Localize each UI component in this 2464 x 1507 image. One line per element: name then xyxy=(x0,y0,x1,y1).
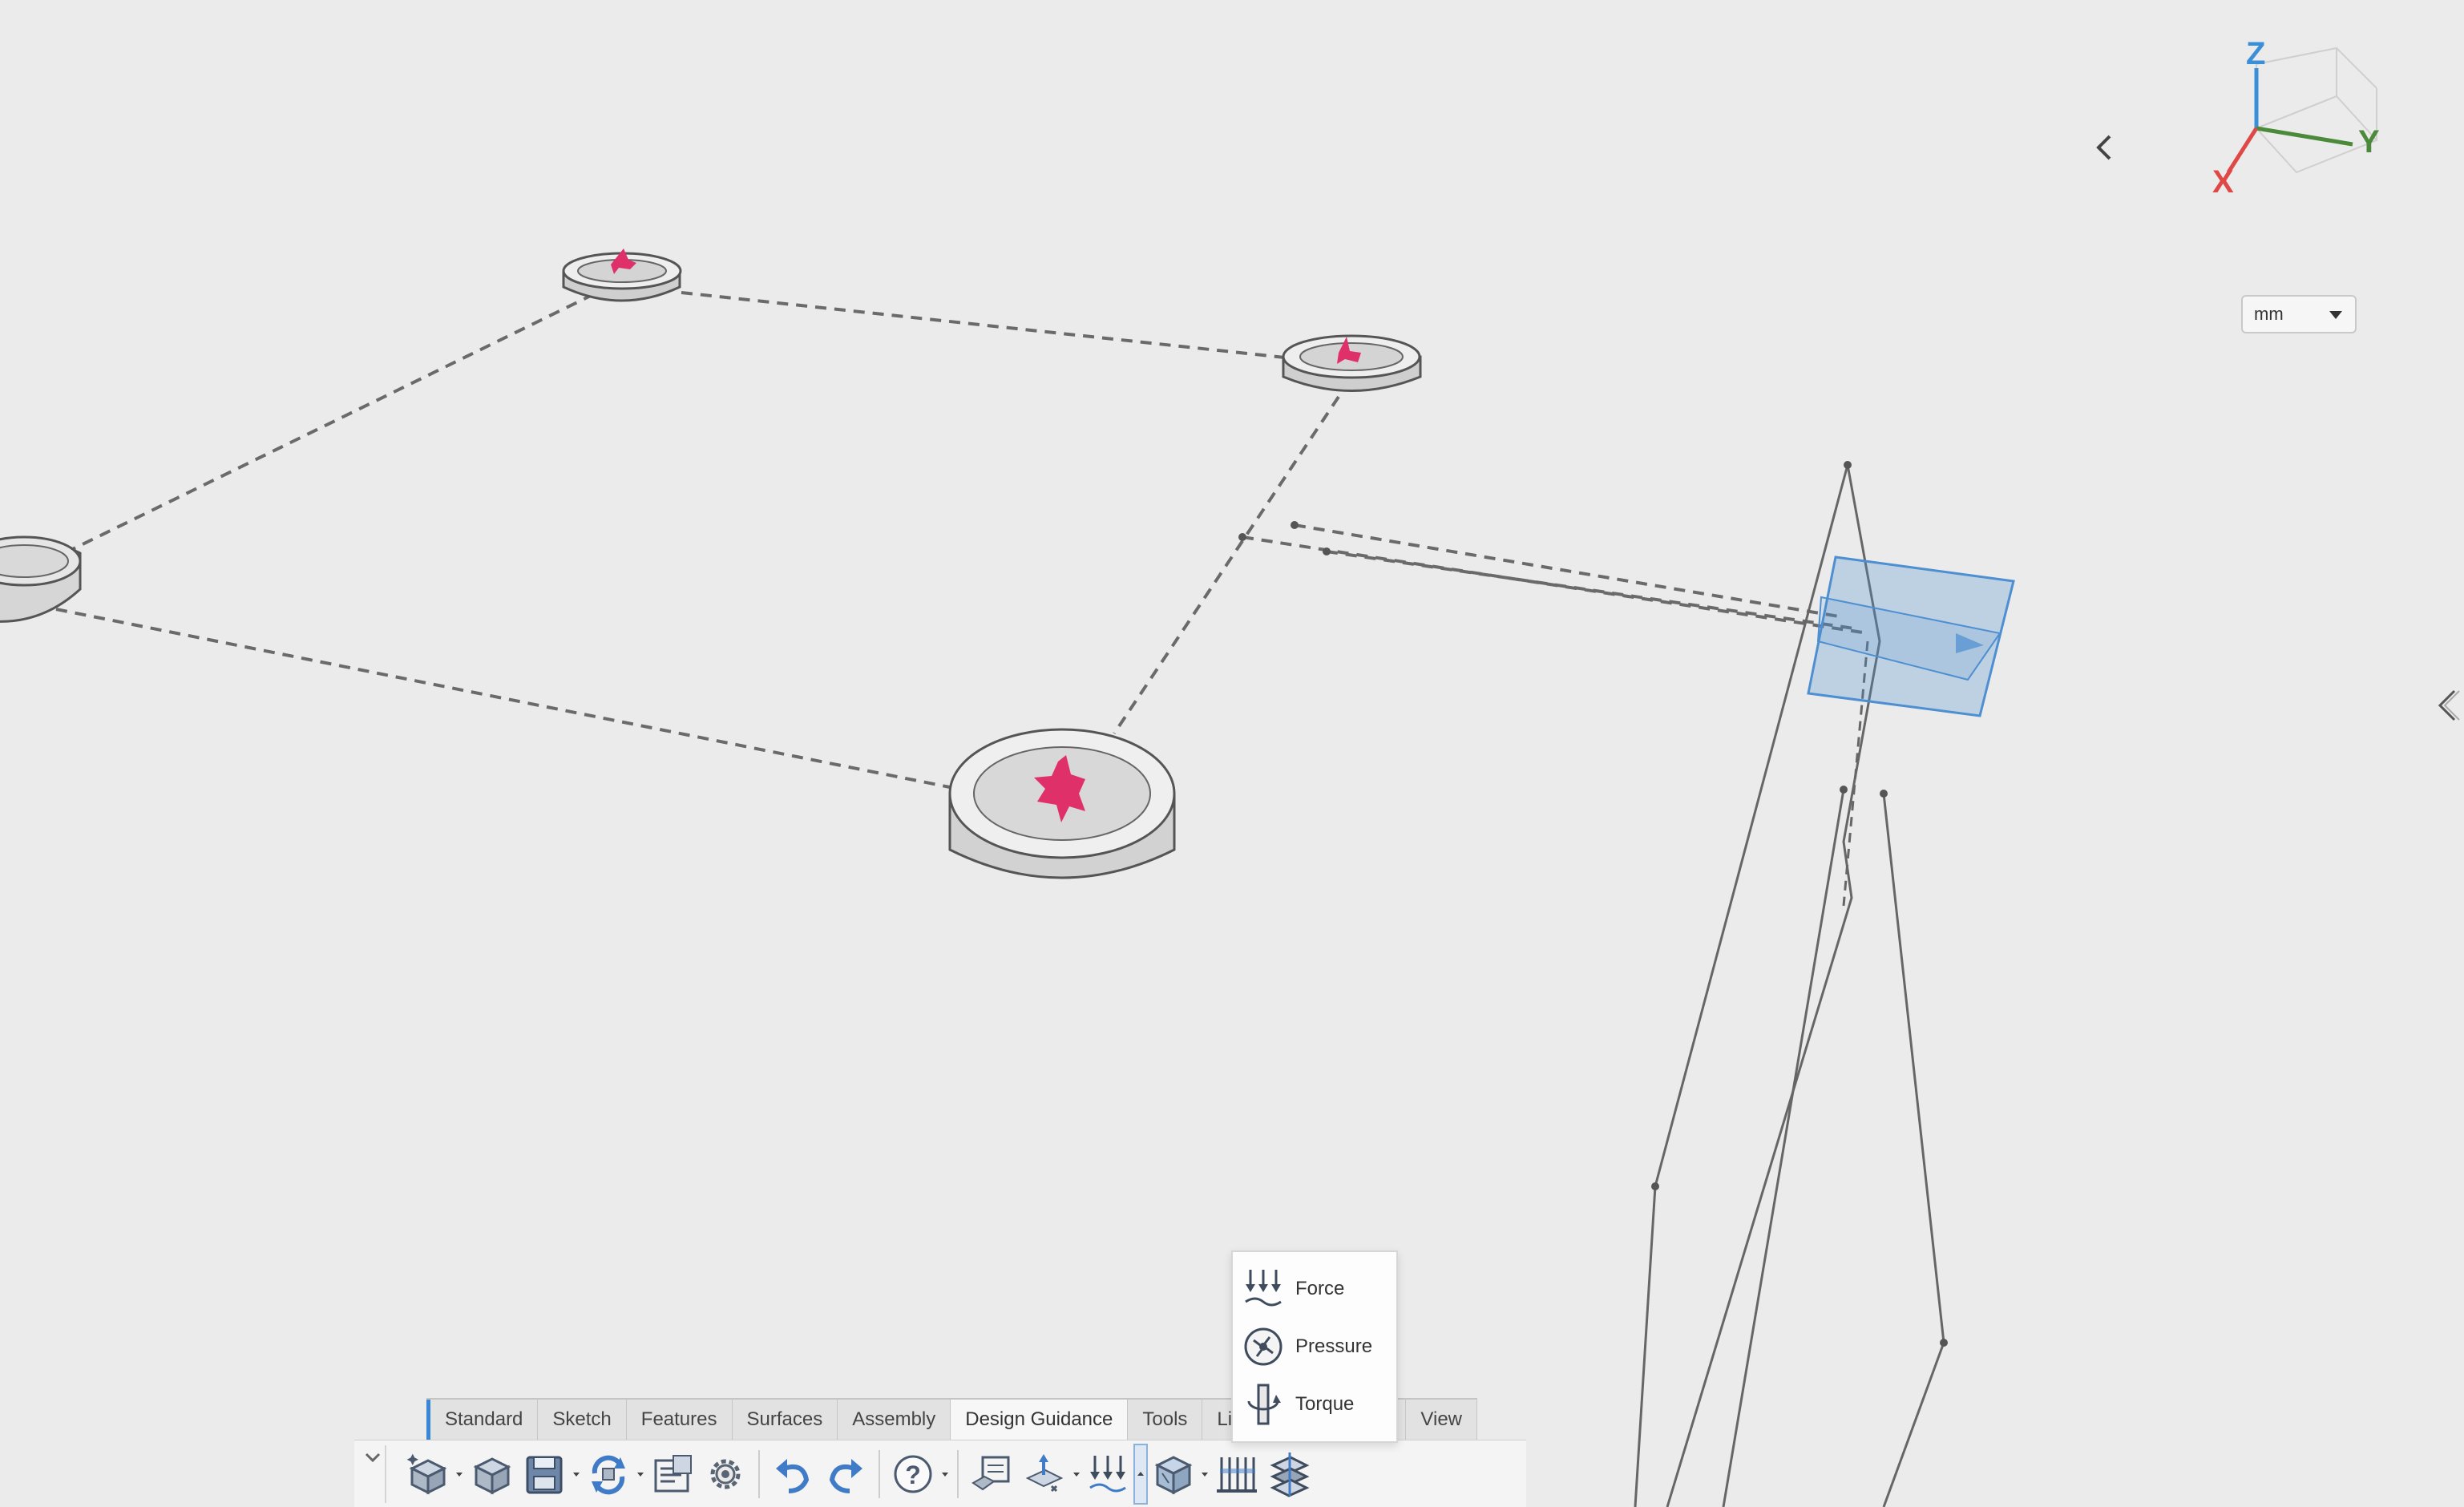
rebuild-dropdown[interactable] xyxy=(635,1445,646,1503)
loads-flyout-menu: Force Pressure Torque xyxy=(1231,1250,1398,1443)
sketch-lines xyxy=(47,291,1868,791)
tab-tools[interactable]: Tools xyxy=(1128,1400,1203,1440)
chevron-down-icon xyxy=(365,1452,381,1462)
rebuild-icon xyxy=(592,1455,625,1494)
save-button[interactable] xyxy=(518,1445,571,1503)
tab-design-guidance[interactable]: Design Guidance xyxy=(951,1400,1129,1440)
footpad-top-right[interactable] xyxy=(1282,334,1422,392)
flyout-item-torque[interactable]: Torque xyxy=(1233,1376,1396,1433)
footpad-left[interactable] xyxy=(0,535,82,623)
torque-icon xyxy=(1247,1384,1281,1425)
redo-icon xyxy=(829,1458,862,1493)
study-icon xyxy=(971,1456,1010,1490)
material-dropdown[interactable] xyxy=(1199,1445,1210,1503)
y-axis xyxy=(2256,126,2353,147)
section-button[interactable] xyxy=(1263,1445,1316,1503)
pressure-icon xyxy=(1244,1327,1282,1366)
results-button[interactable] xyxy=(1210,1445,1263,1503)
new-part-icon xyxy=(406,1453,447,1494)
open-icon xyxy=(473,1456,511,1494)
force-icon xyxy=(1245,1270,1282,1307)
unit-select[interactable]: mm xyxy=(2241,295,2357,333)
new-part-dropdown[interactable] xyxy=(454,1445,465,1503)
view-triad[interactable]: Z Y X xyxy=(2180,32,2413,265)
flyout-item-label: Force xyxy=(1295,1278,1345,1299)
tab-assembly[interactable]: Assembly xyxy=(838,1400,951,1440)
toolbar-separator xyxy=(879,1449,880,1498)
save-icon xyxy=(526,1456,563,1493)
tab-sketch[interactable]: Sketch xyxy=(538,1400,627,1440)
flyout-item-label: Torque xyxy=(1295,1393,1355,1415)
loads-button[interactable] xyxy=(1082,1445,1135,1503)
section-icon xyxy=(1270,1452,1310,1497)
rebuild-button[interactable] xyxy=(582,1445,635,1503)
panel-expand-icon[interactable] xyxy=(2429,686,2461,725)
toolbar-expander[interactable] xyxy=(361,1444,386,1503)
undo-button[interactable] xyxy=(766,1445,819,1503)
svg-text:?: ? xyxy=(905,1461,921,1489)
footpad-top-left[interactable] xyxy=(562,248,682,302)
fixture-button[interactable] xyxy=(1018,1445,1071,1503)
fixture-dropdown[interactable] xyxy=(1071,1445,1082,1503)
constraint-icon xyxy=(1025,1453,1064,1492)
new-part-button[interactable] xyxy=(401,1445,454,1503)
z-axis-label: Z xyxy=(2246,36,2265,71)
file-properties-button[interactable] xyxy=(646,1445,699,1503)
x-axis-label: X xyxy=(2212,164,2234,200)
chevron-left-icon[interactable] xyxy=(2090,128,2119,167)
flyout-item-force[interactable]: Force xyxy=(1233,1260,1396,1318)
loads-icon xyxy=(1089,1455,1126,1492)
toolbar-separator xyxy=(957,1449,959,1498)
reference-plane[interactable] xyxy=(1807,556,2015,717)
unit-select-value: mm xyxy=(2254,304,2284,324)
open-button[interactable] xyxy=(465,1445,518,1503)
save-dropdown[interactable] xyxy=(571,1445,582,1503)
tab-surfaces[interactable]: Surfaces xyxy=(732,1400,838,1440)
study-button[interactable] xyxy=(965,1445,1018,1503)
command-toolbar: ? xyxy=(354,1440,1526,1507)
material-button[interactable] xyxy=(1146,1445,1199,1503)
help-icon: ? xyxy=(894,1455,932,1493)
results-icon xyxy=(1217,1456,1257,1493)
help-dropdown[interactable] xyxy=(939,1445,951,1503)
material-icon xyxy=(1154,1455,1193,1494)
footpad-bottom[interactable] xyxy=(948,728,1176,879)
redo-button[interactable] xyxy=(819,1445,872,1503)
undo-icon xyxy=(776,1458,810,1493)
help-button[interactable]: ? xyxy=(887,1445,939,1503)
y-axis-label: Y xyxy=(2358,124,2380,160)
options-button[interactable] xyxy=(699,1445,752,1503)
loads-dropdown[interactable] xyxy=(1133,1443,1148,1505)
tab-view[interactable]: View xyxy=(1406,1400,1477,1440)
gear-icon xyxy=(710,1459,741,1489)
flyout-item-label: Pressure xyxy=(1295,1335,1373,1357)
toolbar-separator xyxy=(758,1449,760,1498)
tab-features[interactable]: Features xyxy=(626,1400,733,1440)
chevron-down-icon xyxy=(2329,311,2342,319)
tab-standard[interactable]: Standard xyxy=(426,1400,539,1440)
flyout-item-pressure[interactable]: Pressure xyxy=(1233,1318,1396,1376)
properties-icon xyxy=(654,1454,692,1492)
